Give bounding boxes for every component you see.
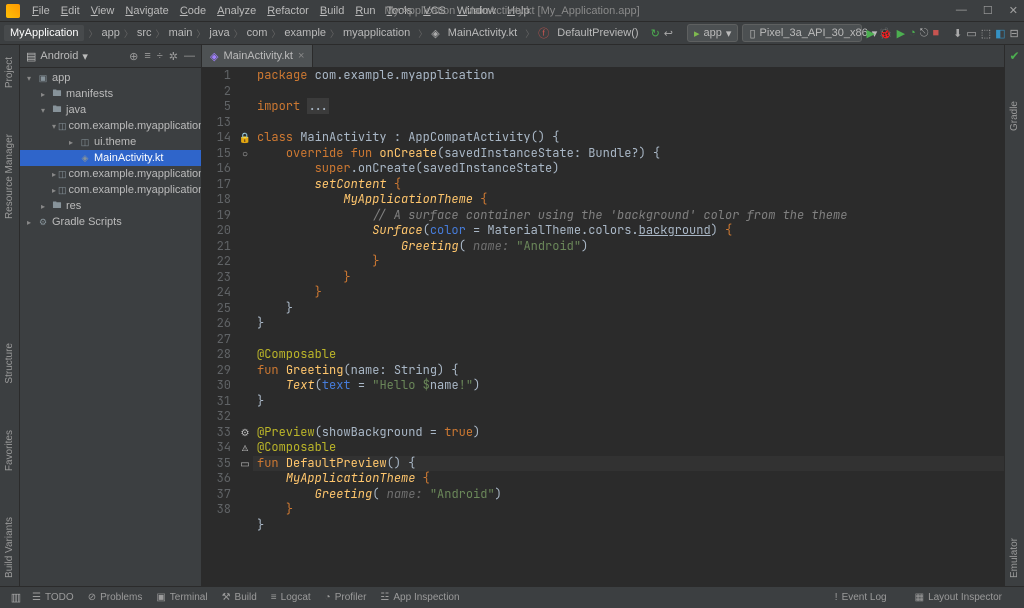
breadcrumb-segment[interactable]: java — [205, 27, 233, 39]
window-controls[interactable]: — ☐ ✕ — [956, 4, 1018, 17]
editor-area: ◈ MainActivity.kt × 12513141516171819202… — [202, 45, 1004, 586]
bottom-profiler[interactable]: ◔Profiler — [325, 592, 367, 603]
breadcrumb-segment[interactable]: com — [243, 27, 272, 39]
stop-icon[interactable]: ■ — [932, 25, 939, 41]
device-dropdown[interactable]: ▯Pixel_3a_API_30_x86▾ — [742, 24, 862, 42]
kotlin-file-icon: ◈ — [431, 25, 439, 41]
coverage-icon[interactable]: ▶ — [897, 25, 905, 41]
breadcrumb-file[interactable]: MainActivity.kt — [444, 27, 521, 39]
menu-analyze[interactable]: Analyze — [217, 5, 256, 17]
avd-icon[interactable]: ▭ — [966, 25, 976, 41]
tree-node[interactable]: ▾🖿java — [20, 102, 201, 118]
editor-tab[interactable]: ◈ MainActivity.kt × — [202, 45, 313, 67]
db-icon[interactable]: ⊟ — [1010, 25, 1019, 41]
code-editor[interactable]: 1251314151617181920212223242526272829303… — [202, 68, 1004, 586]
function-icon: ⓕ — [538, 25, 549, 41]
navigation-bar: MyApplication 〉app〉src〉main〉java〉com〉exa… — [0, 22, 1024, 45]
tree-node[interactable]: ▸⚙Gradle Scripts — [20, 214, 201, 230]
breadcrumb-segment[interactable]: main — [165, 27, 197, 39]
view-mode-dropdown[interactable]: ▤ Android ▾ — [26, 50, 88, 63]
bottom-problems[interactable]: ⊘Problems — [88, 592, 143, 603]
bottom-layout-inspector[interactable]: ▦Layout Inspector — [915, 592, 1002, 603]
back-icon[interactable]: ↩ — [664, 25, 673, 41]
inspection-ok-icon[interactable]: ✔ — [1009, 49, 1019, 63]
tab-favorites[interactable]: Favorites — [2, 422, 17, 479]
menu-run[interactable]: Run — [355, 5, 375, 17]
breadcrumb-root[interactable]: MyApplication — [4, 25, 84, 41]
target-icon[interactable]: ⊕ — [129, 50, 138, 63]
tab-emulator[interactable]: Emulator — [1007, 530, 1022, 586]
profile-icon[interactable]: ◔ — [909, 25, 916, 41]
breadcrumb-segment[interactable]: example — [280, 27, 330, 39]
debug-icon[interactable]: 🐞 — [879, 25, 893, 41]
main-area: Project Resource Manager Structure Favor… — [0, 45, 1024, 586]
bottom-app-inspection[interactable]: ☳App Inspection — [380, 592, 459, 603]
tab-project[interactable]: Project — [2, 49, 17, 96]
resource-icon[interactable]: ◧ — [995, 25, 1005, 41]
menu-code[interactable]: Code — [180, 5, 206, 17]
project-tree[interactable]: ▾▣app▸🖿manifests▾🖿java▾◫com.example.myap… — [20, 68, 201, 586]
menu-edit[interactable]: Edit — [61, 5, 80, 17]
tree-node[interactable]: ▾▣app — [20, 70, 201, 86]
title-bar: File Edit View Navigate Code Analyze Refactor B… — [0, 0, 1024, 22]
tree-node[interactable]: ▸◫com.example.myapplication(and — [20, 166, 201, 182]
sync-icon[interactable]: ↻ — [651, 25, 660, 41]
kotlin-file-icon: ◈ — [210, 50, 218, 63]
tab-build-variants[interactable]: Build Variants — [2, 509, 17, 586]
sdk-icon[interactable]: ⬚ — [981, 25, 991, 41]
breadcrumb-path[interactable]: 〉app〉src〉main〉java〉com〉example〉myapplica… — [88, 27, 414, 40]
gear-icon[interactable]: ✲ — [169, 50, 178, 63]
tool-window-icon[interactable]: ▥ — [8, 590, 24, 606]
left-tool-strip[interactable]: Project Resource Manager Structure Favor… — [0, 45, 20, 586]
minimize-icon[interactable]: — — [956, 4, 967, 17]
attach-icon[interactable]: ⎋ — [920, 25, 929, 41]
tab-structure[interactable]: Structure — [2, 335, 17, 392]
sort-icon[interactable]: ≡ — [144, 50, 150, 63]
breadcrumb-segment[interactable]: myapplication — [339, 27, 414, 39]
menu-navigate[interactable]: Navigate — [125, 5, 168, 17]
menu-file[interactable]: File — [32, 5, 50, 17]
tree-node[interactable]: ▸🖿manifests — [20, 86, 201, 102]
tab-gradle[interactable]: Gradle — [1007, 93, 1022, 139]
maximize-icon[interactable]: ☐ — [983, 4, 993, 17]
git-update-icon[interactable]: ⬇ — [953, 25, 962, 41]
close-icon[interactable]: ✕ — [1009, 4, 1018, 17]
editor-tab-label: MainActivity.kt — [223, 50, 292, 62]
collapse-icon[interactable]: ÷ — [157, 50, 163, 63]
bottom-terminal[interactable]: ▣Terminal — [156, 592, 207, 603]
breadcrumb-symbol[interactable]: DefaultPreview() — [553, 27, 642, 39]
bottom-tool-strip[interactable]: ▥ ☰TODO ⊘Problems ▣Terminal ⚒Build ≡Logcat ◔P… — [0, 586, 1024, 608]
project-panel: ▤ Android ▾ ⊕ ≡ ÷ ✲ — ▾▣app▸🖿manifests▾🖿… — [20, 45, 202, 586]
bottom-todo[interactable]: ☰TODO — [32, 592, 74, 603]
right-tool-strip[interactable]: ✔ Gradle Emulator — [1004, 45, 1024, 586]
run-icon[interactable]: ▶ — [866, 25, 874, 41]
project-panel-header: ▤ Android ▾ ⊕ ≡ ÷ ✲ — — [20, 45, 201, 68]
tree-node[interactable]: ▸◫ui.theme — [20, 134, 201, 150]
breadcrumb-segment[interactable]: app — [98, 27, 124, 39]
bottom-logcat[interactable]: ≡Logcat — [271, 592, 311, 603]
hide-icon[interactable]: — — [184, 50, 195, 63]
tree-node[interactable]: ◈MainActivity.kt — [20, 150, 201, 166]
menu-view[interactable]: View — [91, 5, 115, 17]
window-title: My Application - MainActivity.kt [My_App… — [384, 5, 639, 17]
bottom-build[interactable]: ⚒Build — [222, 592, 257, 603]
bottom-event-log[interactable]: !Event Log — [835, 592, 887, 603]
run-config-dropdown[interactable]: ▸app▾ — [687, 24, 738, 42]
tree-node[interactable]: ▸◫com.example.myapplication(test — [20, 182, 201, 198]
close-tab-icon[interactable]: × — [298, 50, 304, 62]
menu-build[interactable]: Build — [320, 5, 344, 17]
app-logo-icon — [6, 4, 20, 18]
tree-node[interactable]: ▸🖿res — [20, 198, 201, 214]
tab-resource-manager[interactable]: Resource Manager — [2, 126, 17, 227]
menu-refactor[interactable]: Refactor — [267, 5, 309, 17]
breadcrumb-segment[interactable]: src — [133, 27, 156, 39]
tree-node[interactable]: ▾◫com.example.myapplication — [20, 118, 201, 134]
editor-tabstrip[interactable]: ◈ MainActivity.kt × — [202, 45, 1004, 68]
